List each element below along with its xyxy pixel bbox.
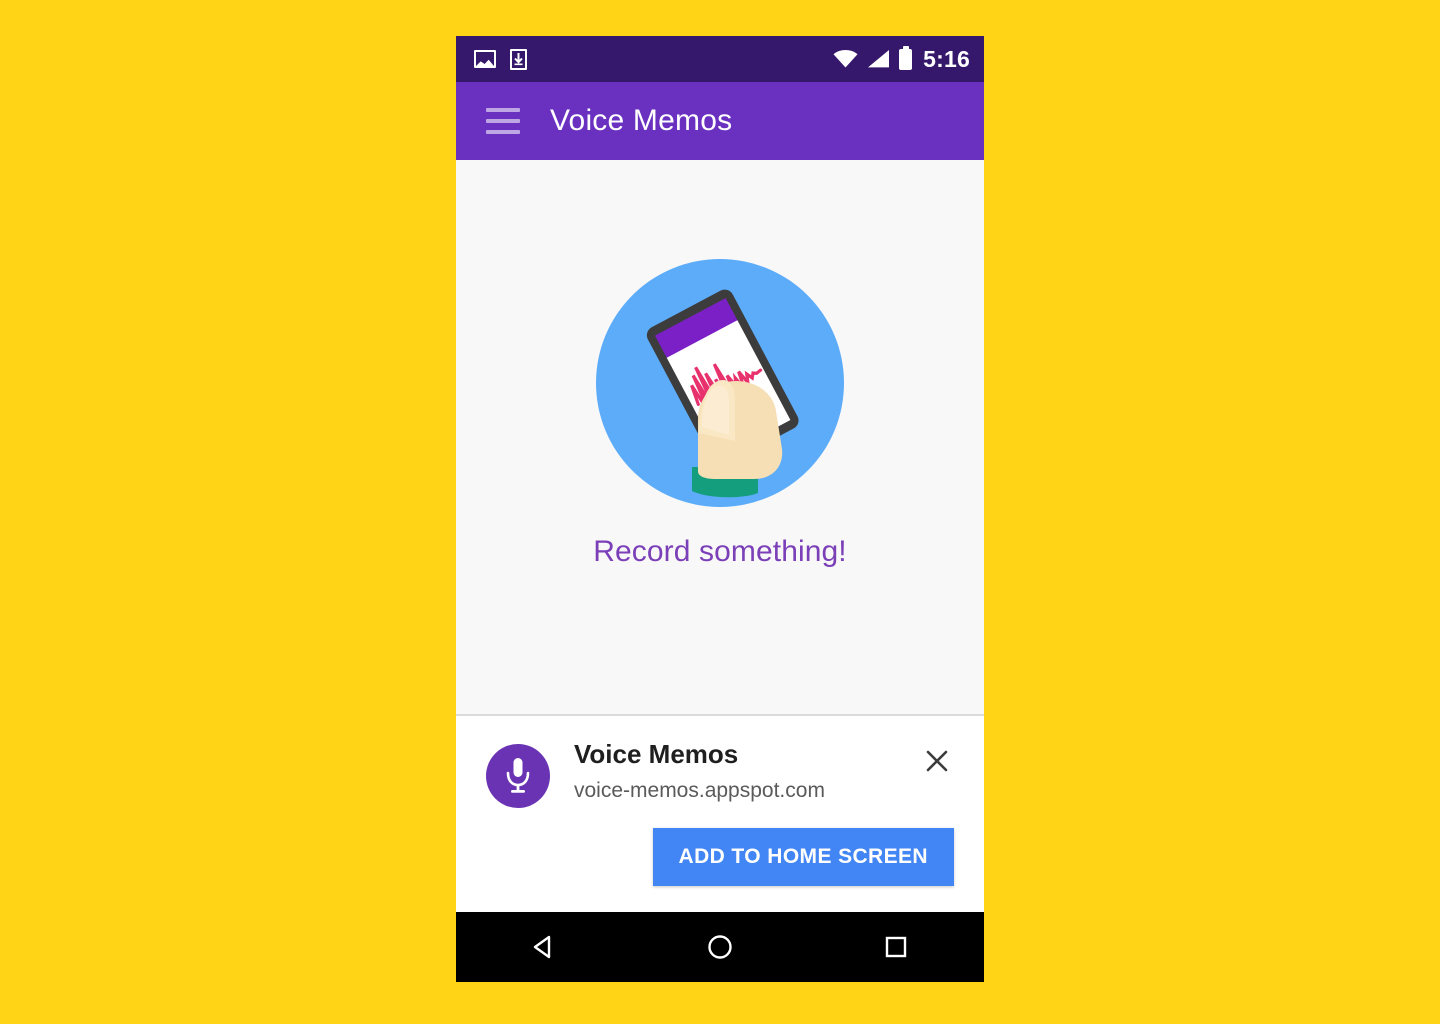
hamburger-line xyxy=(486,130,520,134)
phone-screen: 5:16 Voice Memos Record something! Voice… xyxy=(456,36,984,982)
status-bar: 5:16 xyxy=(456,36,984,82)
hamburger-line xyxy=(486,108,520,112)
hamburger-menu-icon[interactable] xyxy=(486,108,520,134)
battery-icon xyxy=(899,48,913,70)
cell-signal-icon xyxy=(868,50,890,68)
main-content: Record something! xyxy=(456,160,984,714)
back-triangle-icon[interactable] xyxy=(499,912,589,982)
android-nav-bar xyxy=(456,912,984,982)
status-indicators: 5:16 xyxy=(833,46,970,73)
home-circle-icon[interactable] xyxy=(675,912,765,982)
status-time: 5:16 xyxy=(923,45,970,72)
page-title: Voice Memos xyxy=(550,104,733,137)
download-notification-icon xyxy=(510,48,527,70)
empty-state-message: Record something! xyxy=(593,535,847,568)
image-notification-icon xyxy=(474,50,496,68)
hand-holding-phone-recording-illustration xyxy=(596,259,844,507)
wifi-icon xyxy=(833,50,858,68)
install-app-url: voice-memos.appspot.com xyxy=(574,778,825,802)
install-banner: Voice Memos voice-memos.appspot.com ADD … xyxy=(456,714,984,912)
app-bar: Voice Memos xyxy=(456,82,984,160)
install-banner-row: Voice Memos voice-memos.appspot.com xyxy=(486,739,954,808)
install-banner-texts: Voice Memos voice-memos.appspot.com xyxy=(574,739,920,803)
close-icon[interactable] xyxy=(920,744,954,778)
status-notifications xyxy=(474,48,527,70)
install-banner-actions: ADD TO HOME SCREEN xyxy=(486,828,954,886)
hamburger-line xyxy=(486,119,520,123)
install-app-name: Voice Memos xyxy=(574,739,739,769)
microphone-icon xyxy=(486,744,550,808)
recents-square-icon[interactable] xyxy=(851,912,941,982)
add-to-home-screen-button[interactable]: ADD TO HOME SCREEN xyxy=(652,828,954,886)
